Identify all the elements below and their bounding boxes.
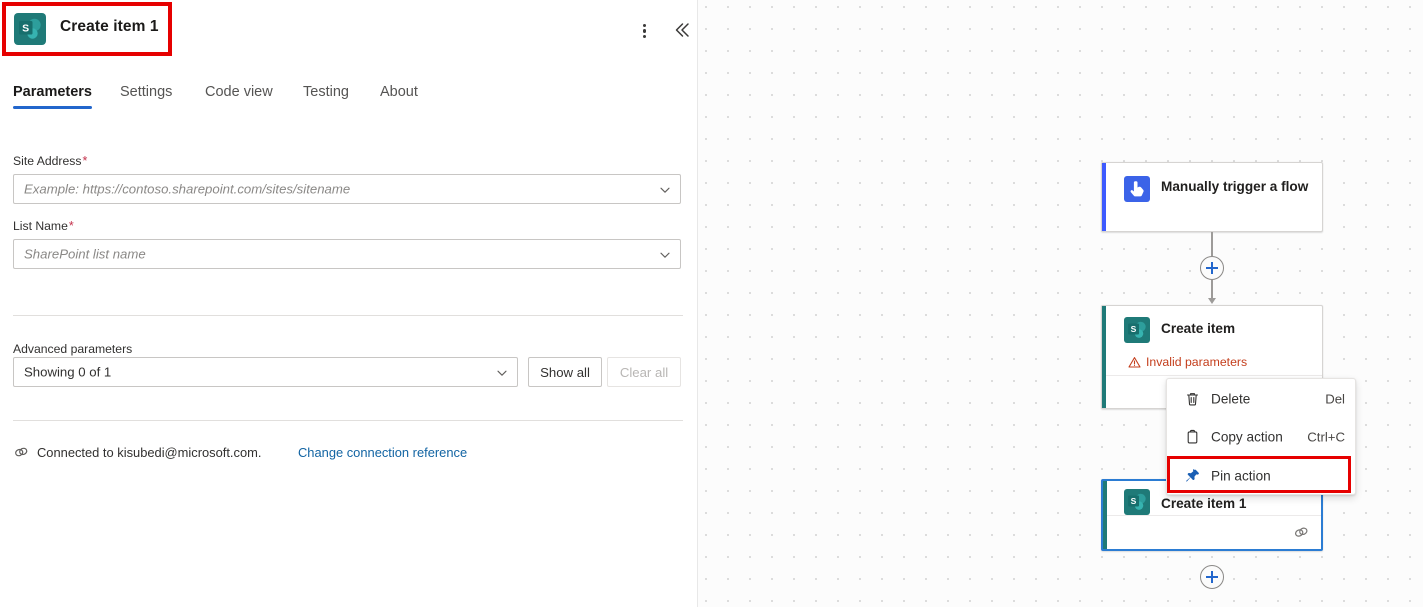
clipboard-icon — [1184, 429, 1201, 446]
tab-settings[interactable]: Settings — [120, 84, 172, 109]
advanced-parameters-label: Advanced parameters — [13, 342, 132, 356]
manual-trigger-icon — [1124, 176, 1150, 202]
menu-item-label: Copy action — [1211, 430, 1283, 445]
title-highlight-annotation — [2, 2, 172, 56]
menu-item-label: Pin action — [1211, 469, 1271, 484]
node-footer — [1107, 515, 1321, 549]
list-name-label-text: List Name — [13, 219, 68, 233]
site-address-placeholder: Example: https://contoso.sharepoint.com/… — [24, 182, 350, 197]
add-step-between-trigger-and-create-item[interactable] — [1200, 256, 1224, 280]
tab-code-view[interactable]: Code view — [205, 84, 273, 109]
menu-item-copy-action[interactable]: Copy action Ctrl+C — [1167, 418, 1357, 456]
tab-parameters[interactable]: Parameters — [13, 84, 92, 109]
node-title: Create item 1 — [1161, 495, 1246, 513]
svg-text:S: S — [1131, 324, 1137, 334]
menu-item-shortcut: Ctrl+C — [1307, 430, 1345, 445]
menu-item-shortcut: Del — [1325, 392, 1345, 407]
node-accent-bar — [1102, 163, 1106, 231]
panel-header: S Create item 1 — [0, 0, 698, 58]
list-name-label: List Name* — [13, 219, 74, 233]
chevron-down-icon[interactable] — [496, 366, 508, 378]
menu-item-delete[interactable]: Delete Del — [1167, 380, 1357, 418]
list-name-input[interactable]: SharePoint list name — [13, 239, 681, 269]
section-divider — [13, 420, 683, 421]
node-title: Manually trigger a flow — [1161, 178, 1313, 196]
link-icon — [1293, 524, 1309, 540]
show-all-button[interactable]: Show all — [528, 357, 602, 387]
advanced-parameters-select[interactable]: Showing 0 of 1 — [13, 357, 518, 387]
advanced-parameters-value: Showing 0 of 1 — [24, 365, 111, 380]
site-address-input[interactable]: Example: https://contoso.sharepoint.com/… — [13, 174, 681, 204]
required-asterisk: * — [68, 219, 74, 233]
node-context-menu[interactable]: Delete Del Copy action Ctrl+C — [1166, 378, 1356, 495]
tab-about[interactable]: About — [380, 84, 418, 109]
panel-tabs: Parameters Settings Code view Testing Ab… — [0, 84, 698, 122]
more-vertical-icon[interactable] — [630, 16, 658, 44]
required-asterisk: * — [81, 154, 87, 168]
chevron-down-icon[interactable] — [659, 248, 671, 260]
svg-text:S: S — [1131, 496, 1137, 506]
warning-triangle-icon — [1128, 356, 1141, 369]
sharepoint-icon: S — [1124, 317, 1150, 343]
change-connection-reference-link[interactable]: Change connection reference — [298, 445, 467, 460]
pin-icon — [1184, 468, 1201, 485]
connector-arrow — [1208, 298, 1216, 304]
connection-text: Connected to kisubedi@microsoft.com. — [37, 445, 261, 460]
site-address-label-text: Site Address — [13, 154, 81, 168]
flow-designer-screen: S Create item 1 Parameters Settings Code… — [0, 0, 1423, 607]
site-address-label: Site Address* — [13, 154, 87, 168]
add-step-bottom[interactable] — [1200, 565, 1224, 589]
action-details-panel: S Create item 1 Parameters Settings Code… — [0, 0, 698, 607]
tab-testing[interactable]: Testing — [303, 84, 349, 109]
connector-line — [1211, 232, 1212, 256]
connector-icon — [13, 445, 29, 461]
flow-canvas[interactable]: Manually trigger a flow S Create item — [698, 0, 1423, 607]
list-name-placeholder: SharePoint list name — [24, 247, 146, 262]
trash-icon — [1184, 391, 1201, 408]
menu-item-label: Delete — [1211, 392, 1250, 407]
clear-all-button[interactable]: Clear all — [607, 357, 681, 387]
menu-item-pin-action[interactable]: Pin action — [1167, 457, 1357, 495]
node-error-text: Invalid parameters — [1146, 355, 1247, 369]
node-title: Create item — [1161, 320, 1235, 338]
chevron-down-icon[interactable] — [659, 183, 671, 195]
sharepoint-icon: S — [1124, 489, 1150, 515]
flow-node-manual-trigger[interactable]: Manually trigger a flow — [1101, 162, 1323, 232]
section-divider — [13, 315, 683, 316]
chevron-double-left-icon[interactable] — [666, 15, 696, 45]
